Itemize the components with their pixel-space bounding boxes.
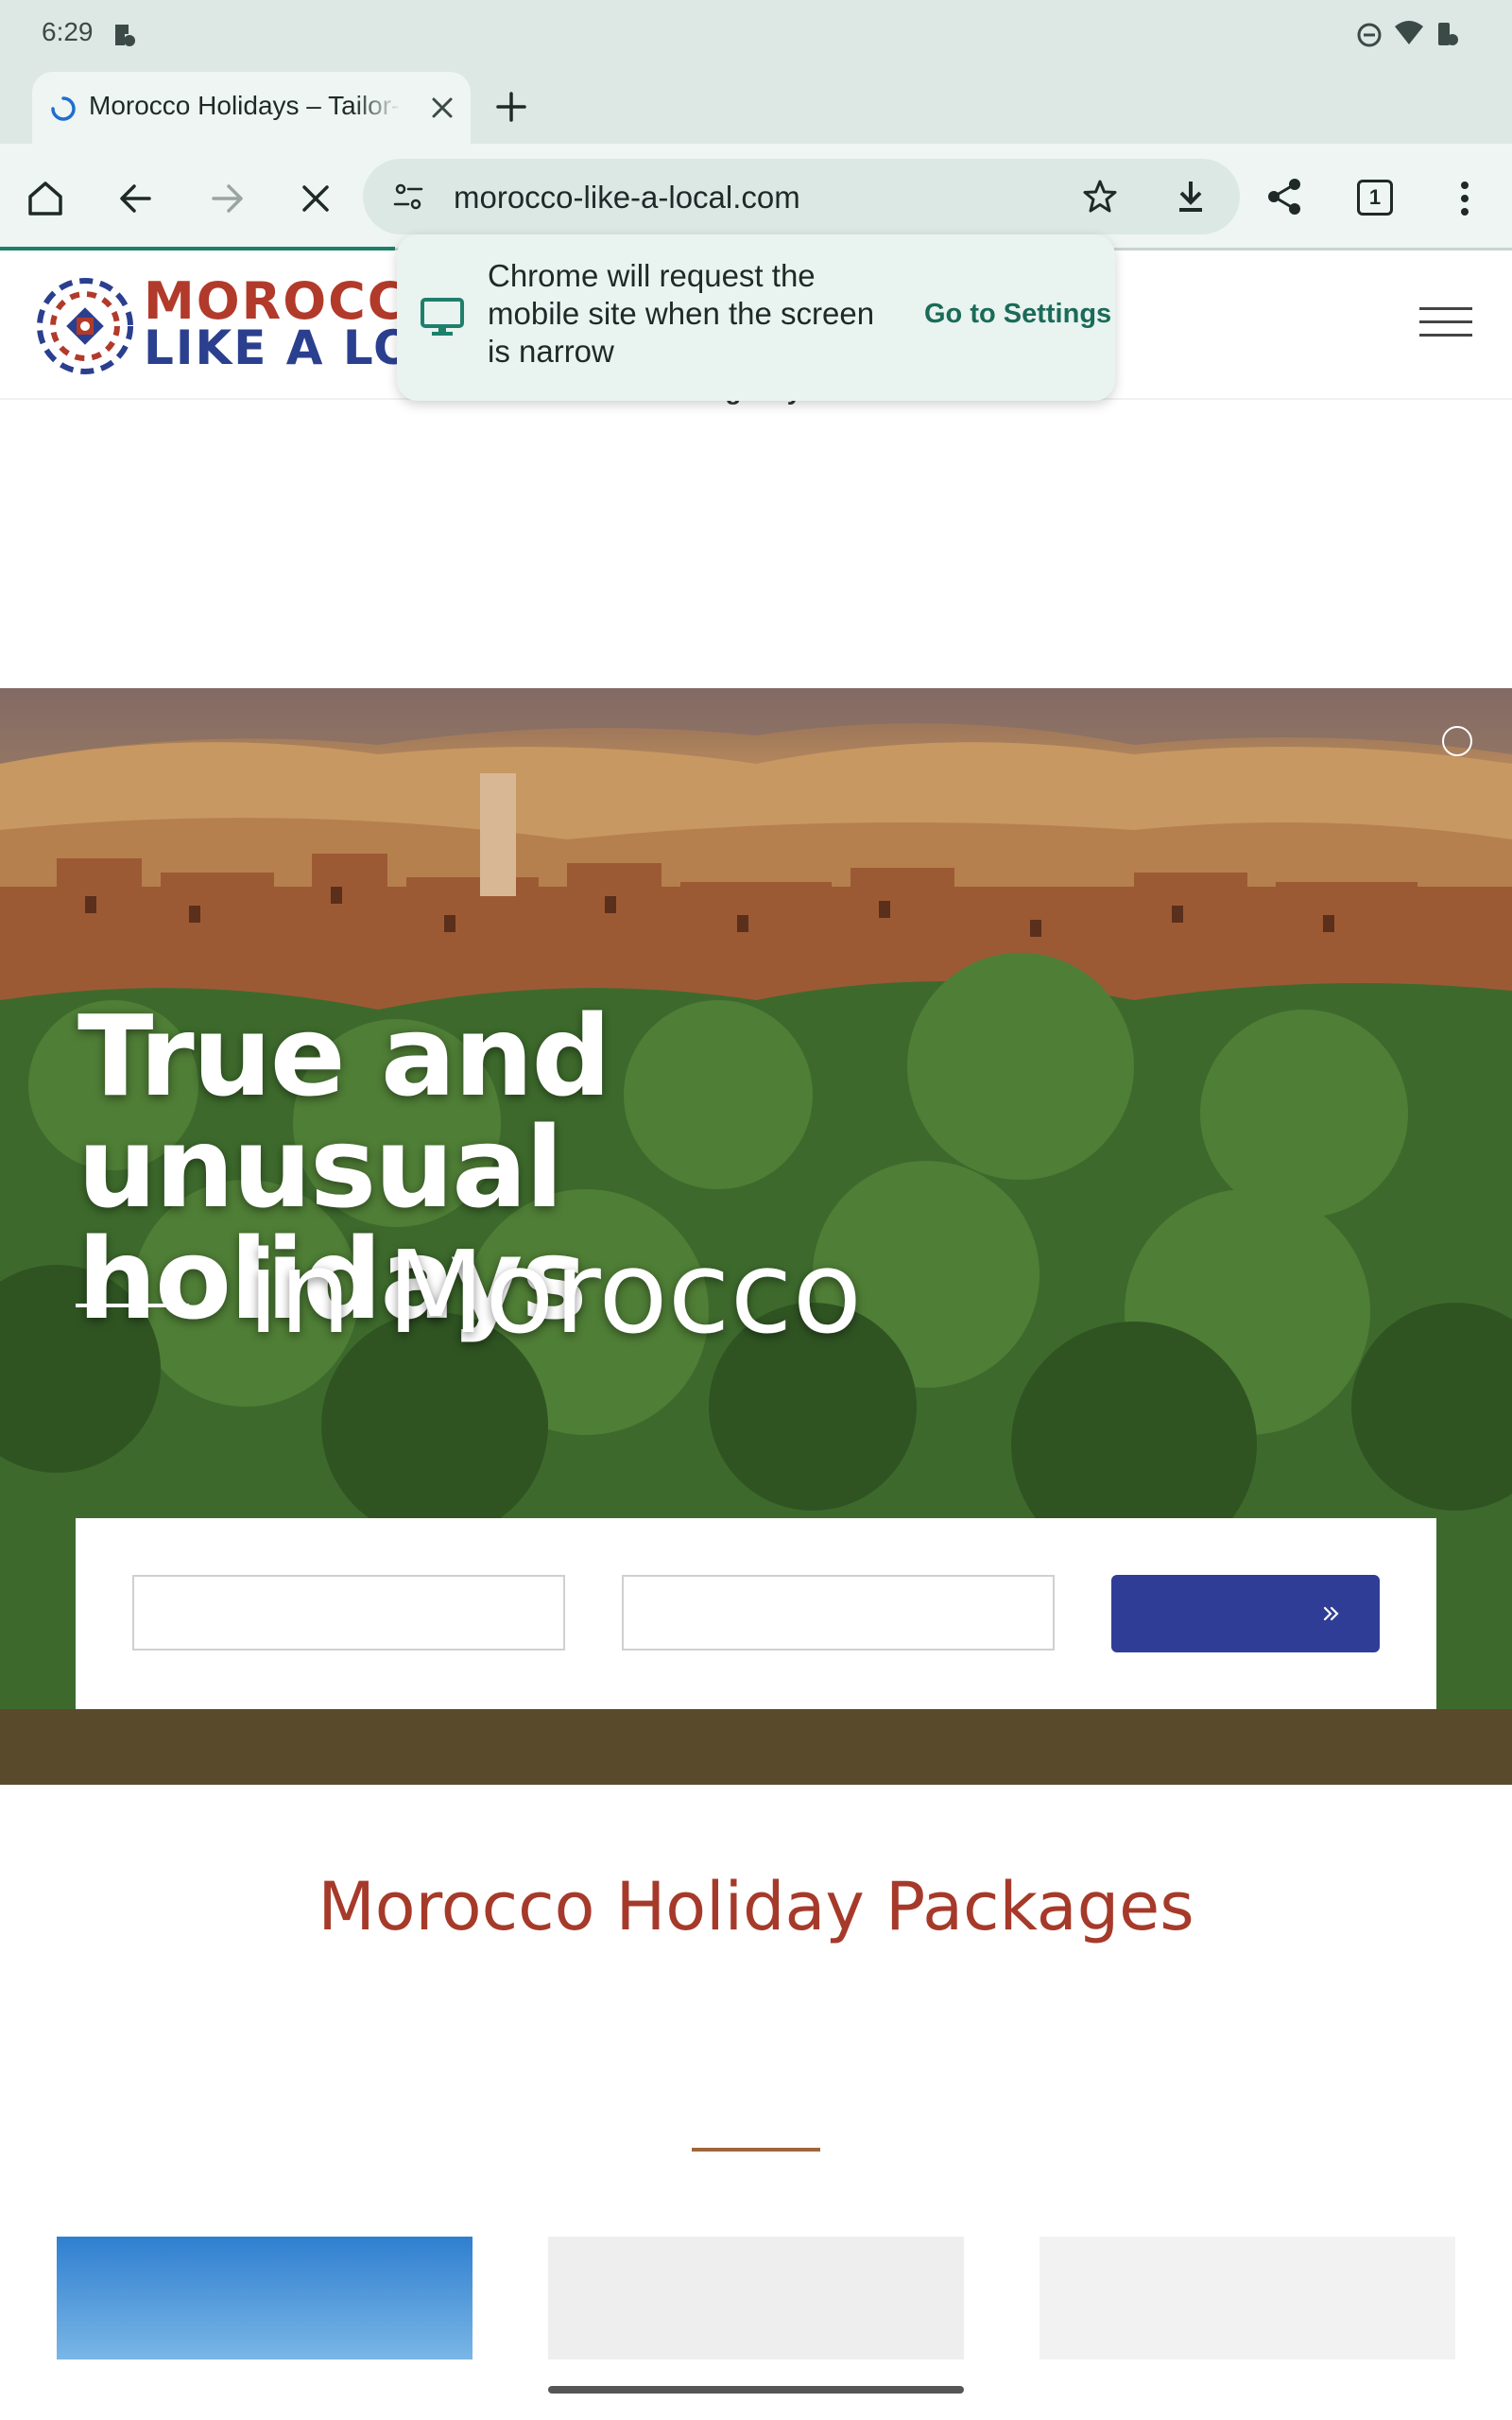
go-to-settings-link[interactable]: Go to Settings <box>924 299 1111 330</box>
close-icon[interactable] <box>429 95 455 121</box>
new-tab-plus-icon[interactable] <box>493 89 529 125</box>
packages-heading: Morocco Holiday Packages <box>318 1868 1194 1945</box>
search-panel <box>76 1518 1436 1709</box>
tab-strip: Morocco Holidays – Tailor-made <box>0 68 1512 144</box>
tab-count: 1 <box>1368 185 1382 209</box>
hero-decorative-line <box>76 1304 189 1307</box>
status-bar: 6:29 <box>0 0 1512 68</box>
tab-switcher-button[interactable]: 1 <box>1357 180 1393 216</box>
hamburger-menu-icon[interactable] <box>1418 303 1474 341</box>
battery-icon <box>1438 23 1458 45</box>
browser-tab[interactable]: Morocco Holidays – Tailor-made <box>32 72 471 144</box>
packages-heading-underline <box>692 2148 820 2152</box>
stop-loading-icon[interactable] <box>297 180 335 217</box>
hero-subtitle: in Morocco <box>248 1228 862 1359</box>
bookmark-star-icon[interactable] <box>1081 178 1119 216</box>
destination-field[interactable] <box>132 1575 565 1651</box>
share-icon[interactable] <box>1264 176 1306 217</box>
home-icon[interactable] <box>25 178 66 219</box>
logo-emblem-icon[interactable] <box>36 277 134 375</box>
bubble-message: Chrome will request the mobile site when… <box>488 258 875 369</box>
wifi-icon <box>1395 21 1423 44</box>
download-icon[interactable] <box>1172 178 1210 216</box>
forward-arrow-icon[interactable] <box>206 178 248 219</box>
url-text[interactable]: morocco-like-a-local.com <box>454 180 800 216</box>
carousel-indicator[interactable] <box>1442 726 1472 756</box>
do-not-disturb-icon <box>1357 23 1382 47</box>
more-menu-icon[interactable] <box>1446 178 1484 219</box>
package-card-placeholder[interactable] <box>548 2237 964 2360</box>
gesture-navigation-bar[interactable] <box>548 2386 964 2394</box>
desktop-monitor-icon <box>421 298 464 336</box>
package-card-image[interactable] <box>57 2237 472 2360</box>
package-card-placeholder[interactable] <box>1040 2237 1455 2360</box>
date-field[interactable] <box>622 1575 1055 1651</box>
status-time: 6:29 <box>42 17 94 46</box>
search-button[interactable] <box>1111 1575 1380 1652</box>
tab-title: Morocco Holidays – Tailor-made <box>89 91 401 120</box>
chrome-mobile-site-bubble: Chrome will request the mobile site when… <box>397 234 1115 401</box>
back-arrow-icon[interactable] <box>115 178 157 219</box>
omnibox[interactable]: morocco-like-a-local.com <box>363 159 1240 234</box>
work-profile-icon <box>115 25 135 46</box>
loading-spinner-icon <box>51 96 76 121</box>
hero-title-line1: True and unusual <box>77 991 611 1233</box>
browser-toolbar: morocco-like-a-local.com 1 <box>0 144 1512 248</box>
site-settings-icon[interactable] <box>391 180 425 214</box>
double-chevron-right-icon <box>1323 1606 1339 1621</box>
